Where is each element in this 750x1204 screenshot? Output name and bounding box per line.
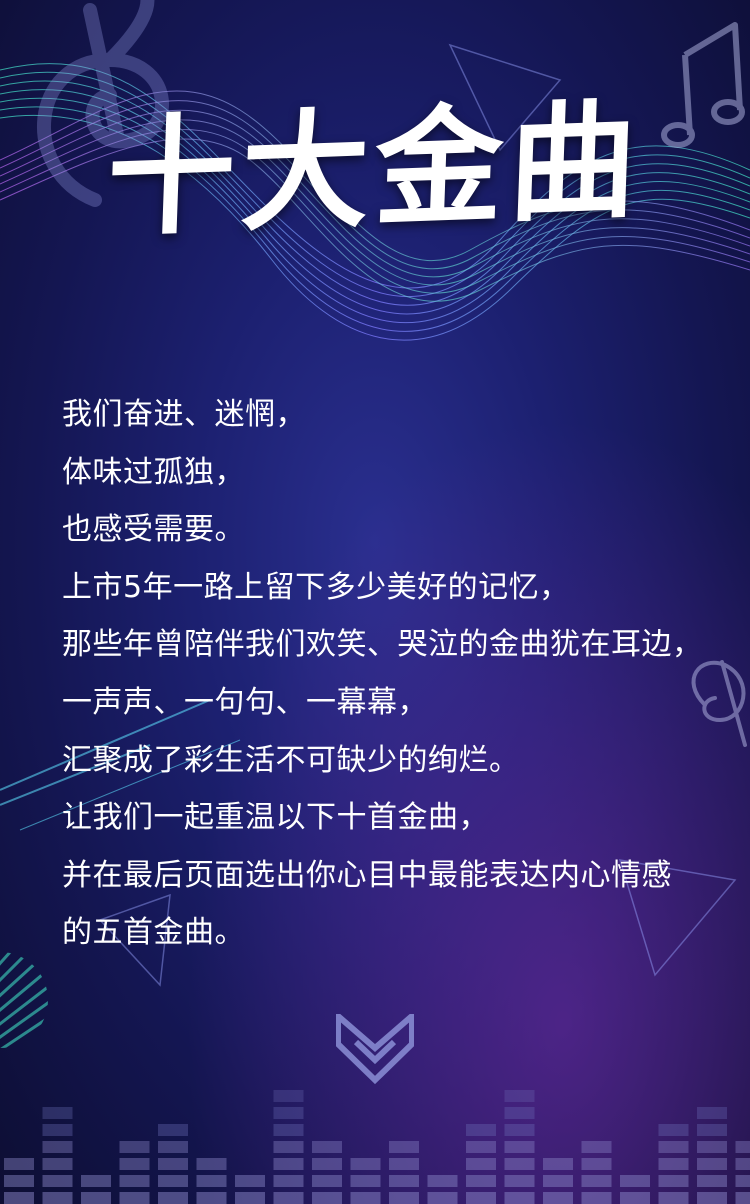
intro-line: 一声声、一句句、一幕幕， (62, 684, 428, 720)
equalizer-segment (273, 1141, 304, 1153)
equalizer-segment (697, 1175, 727, 1187)
equalizer-segment (543, 1158, 573, 1170)
equalizer-segment (158, 1124, 188, 1136)
equalizer-segment (4, 1158, 34, 1170)
equalizer-segment (350, 1158, 381, 1170)
equalizer-segment (42, 1192, 73, 1204)
equalizer-segment (4, 1192, 34, 1204)
equalizer-segment (735, 1158, 750, 1170)
intro-line: 那些年曾陪伴我们欢笑、哭泣的金曲犹在耳边， (62, 627, 703, 663)
equalizer-segment (196, 1158, 227, 1170)
equalizer-segment (389, 1158, 419, 1170)
equalizer-segment (158, 1158, 188, 1170)
equalizer-segment (466, 1158, 496, 1170)
equalizer-segment (658, 1192, 689, 1204)
equalizer-segment (196, 1175, 227, 1187)
equalizer-segment (504, 1107, 535, 1119)
equalizer-segment (81, 1175, 111, 1187)
equalizer-segment (312, 1192, 342, 1204)
equalizer-segment (119, 1175, 150, 1187)
equalizer-segment (350, 1175, 381, 1187)
equalizer-segment (697, 1158, 727, 1170)
equalizer-segment (543, 1175, 573, 1187)
equalizer-segment (504, 1141, 535, 1153)
equalizer-segment (42, 1107, 73, 1119)
intro-line: 的五首金曲。 (62, 915, 245, 951)
equalizer-segment (312, 1158, 342, 1170)
equalizer-segment (119, 1141, 150, 1153)
equalizer-segment (273, 1090, 304, 1102)
equalizer-segment (158, 1192, 188, 1204)
equalizer-segment (427, 1192, 458, 1204)
equalizer-segment (620, 1175, 650, 1187)
equalizer-segment (504, 1192, 535, 1204)
equalizer-segment (273, 1124, 304, 1136)
equalizer-segment (658, 1124, 689, 1136)
equalizer-segment (196, 1192, 227, 1204)
equalizer-segment (697, 1124, 727, 1136)
intro-line: 体味过孤独， (62, 454, 245, 490)
equalizer-segment (350, 1192, 381, 1204)
intro-line: 汇聚成了彩生活不可缺少的绚烂。 (62, 742, 520, 778)
equalizer-segment (42, 1141, 73, 1153)
equalizer-segment (389, 1192, 419, 1204)
equalizer-segment (466, 1175, 496, 1187)
equalizer-segment (735, 1175, 750, 1187)
equalizer-segment (158, 1175, 188, 1187)
intro-line: 也感受需要。 (62, 512, 245, 548)
equalizer-segment (389, 1175, 419, 1187)
equalizer-segment (504, 1175, 535, 1187)
equalizer-segment (658, 1175, 689, 1187)
equalizer-segment (735, 1141, 750, 1153)
intro-text: 我们奋进、迷惘， 体味过孤独， 也感受需要。 上市5年一路上留下多少美好的记忆，… (62, 386, 722, 962)
equalizer-segment (697, 1107, 727, 1119)
intro-line: 上市5年一路上留下多少美好的记忆， (62, 569, 570, 605)
equalizer-segment (658, 1141, 689, 1153)
equalizer-segment (42, 1158, 73, 1170)
equalizer-segment (427, 1175, 458, 1187)
equalizer-segment (273, 1158, 304, 1170)
equalizer-segment (504, 1124, 535, 1136)
page-title: 十大金曲 (104, 85, 646, 255)
equalizer-segment (697, 1141, 727, 1153)
equalizer-segment (697, 1192, 727, 1204)
intro-line: 我们奋进、迷惘， (62, 397, 306, 432)
equalizer-segment (273, 1107, 304, 1119)
equalizer-segment (4, 1175, 34, 1187)
equalizer-segment (658, 1158, 689, 1170)
equalizer-segment (504, 1158, 535, 1170)
equalizer-segment (273, 1175, 304, 1187)
equalizer-segment (543, 1192, 573, 1204)
equalizer-segment (466, 1141, 496, 1153)
equalizer-segment (42, 1124, 73, 1136)
equalizer-segment (312, 1141, 342, 1153)
equalizer-segment (581, 1158, 612, 1170)
equalizer-segment (42, 1175, 73, 1187)
equalizer-segment (158, 1141, 188, 1153)
equalizer-segment (504, 1090, 535, 1102)
equalizer-segment (466, 1124, 496, 1136)
intro-line: 让我们一起重温以下十首金曲， (62, 800, 489, 836)
equalizer-segment (119, 1192, 150, 1204)
equalizer-segment (273, 1192, 304, 1204)
equalizer-segment (466, 1192, 496, 1204)
equalizer-bars (4, 1090, 750, 1204)
equalizer-segment (235, 1192, 265, 1204)
equalizer-segment (620, 1192, 650, 1204)
equalizer-segment (389, 1141, 419, 1153)
equalizer-segment (581, 1141, 612, 1153)
equalizer-segment (119, 1158, 150, 1170)
equalizer-segment (235, 1175, 265, 1187)
equalizer-segment (581, 1192, 612, 1204)
intro-line: 并在最后页面选出你心目中最能表达内心情感 (62, 857, 672, 893)
equalizer-segment (81, 1192, 111, 1204)
equalizer-segment (735, 1192, 750, 1204)
equalizer-segment (581, 1175, 612, 1187)
equalizer-segment (312, 1175, 342, 1187)
